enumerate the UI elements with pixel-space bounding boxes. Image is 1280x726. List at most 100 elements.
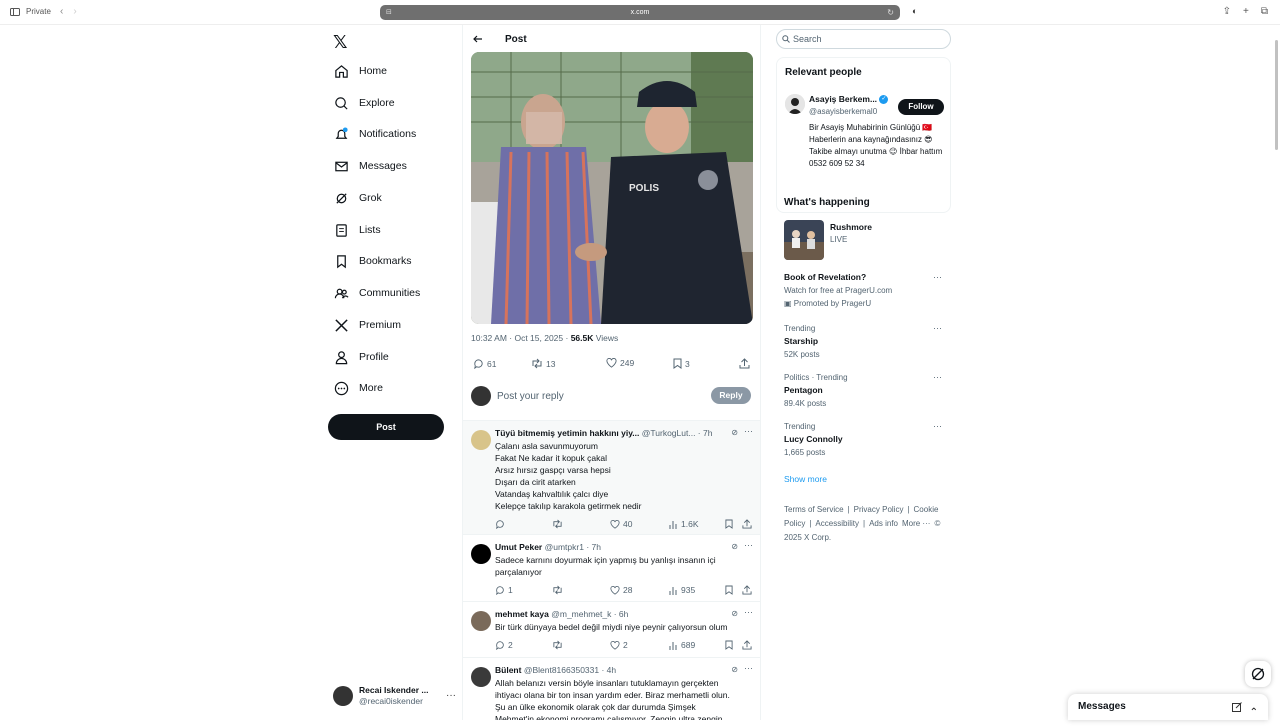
like-action[interactable]: 249 [606,358,634,368]
back-icon[interactable]: ‹ [60,6,63,17]
like-action[interactable]: 28 [610,585,632,595]
sidebar-toggle-icon[interactable] [10,7,20,16]
reply-action[interactable] [495,519,508,529]
repost-action[interactable] [552,519,566,529]
messages-drawer[interactable]: Messages ⌃ [1068,694,1268,720]
more-dots-icon[interactable]: ··· [744,607,753,617]
reply-tweet[interactable]: Umut Peker @umtpkr1 · 7h ⊘ ··· Sadece karnı… [463,534,760,601]
trend-item[interactable]: Trending Lucy Connolly 1,665 posts ··· [784,420,944,459]
avatar[interactable] [471,611,491,631]
live-event[interactable]: Rushmore LIVE [784,220,944,260]
account-switcher[interactable]: Recai Iskender ... @recai0iskender ··· [333,684,458,708]
repost-action[interactable]: 13 [531,358,555,369]
more-dots-icon[interactable]: ··· [446,690,456,701]
post-image[interactable]: POLIS [471,52,753,324]
post-timestamp[interactable]: 10:32 AM · Oct 15, 2025 · [471,333,571,343]
views-action[interactable]: 1.6K [669,519,699,529]
tweet-author-name[interactable]: Bülent [495,665,521,675]
reply-action[interactable]: 61 [473,358,496,369]
grok-icon[interactable]: ⊘ [731,665,738,674]
footer-link[interactable]: Ads info [869,519,898,528]
nav-item-lists[interactable]: Lists [333,221,381,239]
share-action[interactable] [742,640,752,650]
share-action[interactable] [739,358,750,369]
footer-link[interactable]: Privacy Policy [854,505,904,514]
search-input[interactable]: Search [776,29,951,49]
reply-input[interactable]: Post your reply [497,391,564,402]
more-dots-icon[interactable]: ··· [933,322,942,335]
nav-item-home[interactable]: Home [333,62,387,80]
tweet-author-name[interactable]: mehmet kaya [495,609,549,619]
share-icon[interactable]: ⇪ [1223,6,1231,17]
tweet-author-handle[interactable]: @Blent8166350331 · 4h [524,665,616,675]
trend-item[interactable]: Trending Starship 52K posts ··· [784,322,944,361]
avatar[interactable] [471,430,491,450]
footer-link[interactable]: Terms of Service [784,505,844,514]
more-dots-icon[interactable]: ··· [744,663,753,673]
tab-overview-icon[interactable]: ⧉ [1261,6,1268,17]
like-action[interactable]: 2 [610,640,628,650]
new-tab-icon[interactable]: + [1243,6,1249,17]
nav-item-communities[interactable]: Communities [333,284,420,302]
grok-icon[interactable]: ⊘ [731,542,738,551]
post-button[interactable]: Post [328,414,444,440]
bookmark-action[interactable] [725,640,733,650]
footer-link[interactable]: Accessibility [815,519,859,528]
more-dots-icon[interactable]: ··· [744,540,753,550]
footer-link[interactable]: More ··· [902,519,930,528]
bookmark-action[interactable] [725,519,733,529]
tweet-author-handle[interactable]: @TurkogLut... · 7h [642,428,713,438]
grok-icon[interactable]: ⊘ [731,428,738,437]
reply-tweet[interactable]: mehmet kaya @m_mehmet_k · 6h ⊘ ··· Bir türk… [463,601,760,657]
show-more-link[interactable]: Show more [784,474,827,484]
forward-icon[interactable]: › [73,6,76,17]
like-action[interactable]: 40 [610,519,632,529]
address-bar[interactable]: ⊟ x.com ↻ [380,5,900,20]
tweet-author-name[interactable]: Tüyü bitmemiş yetimin hakkını yiy... [495,428,639,438]
repost-action[interactable] [552,585,566,595]
nav-item-grok[interactable]: Grok [333,189,382,207]
share-action[interactable] [742,585,752,595]
more-dots-icon[interactable]: ··· [744,426,753,436]
nav-item-profile[interactable]: Profile [333,348,389,366]
nav-item-premium[interactable]: Premium [333,316,401,334]
shield-icon[interactable]: ◐ [912,6,917,16]
expand-icon[interactable]: ⌃ [1250,700,1258,726]
compose-message-icon[interactable] [1232,702,1242,712]
reply-action[interactable]: 1 [495,585,513,595]
reply-composer[interactable]: Post your reply Reply [471,384,753,408]
reply-tweet[interactable]: Bülent @Blent8166350331 · 4h ⊘ ··· Allah be… [463,657,760,720]
views-action[interactable]: 689 [669,640,695,650]
more-dots-icon[interactable]: ··· [933,271,942,284]
views-action[interactable]: 935 [669,585,695,595]
avatar[interactable] [471,667,491,687]
reload-icon[interactable]: ↻ [887,5,894,20]
private-indicator[interactable]: Private [10,7,51,16]
share-action[interactable] [742,519,752,529]
trend-item[interactable]: Book of Revelation? Watch for free at Pra… [784,271,944,310]
grok-button[interactable] [1245,661,1271,687]
tweet-author-name[interactable]: Umut Peker [495,542,542,552]
bookmark-action[interactable] [725,585,733,595]
nav-item-messages[interactable]: Messages [333,157,407,175]
page-settings-icon[interactable]: ⊟ [386,5,392,20]
bookmark-action[interactable]: 3 [673,358,690,369]
nav-item-bookmarks[interactable]: Bookmarks [333,252,412,270]
avatar[interactable] [471,544,491,564]
reply-action[interactable]: 2 [495,640,513,650]
more-dots-icon[interactable]: ··· [933,420,942,433]
reply-button[interactable]: Reply [711,387,751,404]
nav-item-notifications[interactable]: Notifications [333,125,416,143]
nav-item-more[interactable]: More [333,379,383,397]
more-dots-icon[interactable]: ··· [933,371,942,384]
tweet-author-handle[interactable]: @m_mehmet_k · 6h [551,609,628,619]
scrollbar[interactable] [1275,40,1278,150]
nav-item-explore[interactable]: Explore [333,94,395,112]
grok-icon[interactable]: ⊘ [731,609,738,618]
x-logo-icon[interactable]: 𝕏 [333,32,348,53]
follow-button[interactable]: Follow [898,99,944,115]
tweet-author-handle[interactable]: @umtpkr1 · 7h [545,542,601,552]
trend-item[interactable]: Politics · Trending Pentagon 89.4K posts ··… [784,371,944,410]
repost-action[interactable] [552,640,566,650]
reply-tweet[interactable]: Tüyü bitmemiş yetimin hakkını yiy... @Tu… [463,420,760,534]
